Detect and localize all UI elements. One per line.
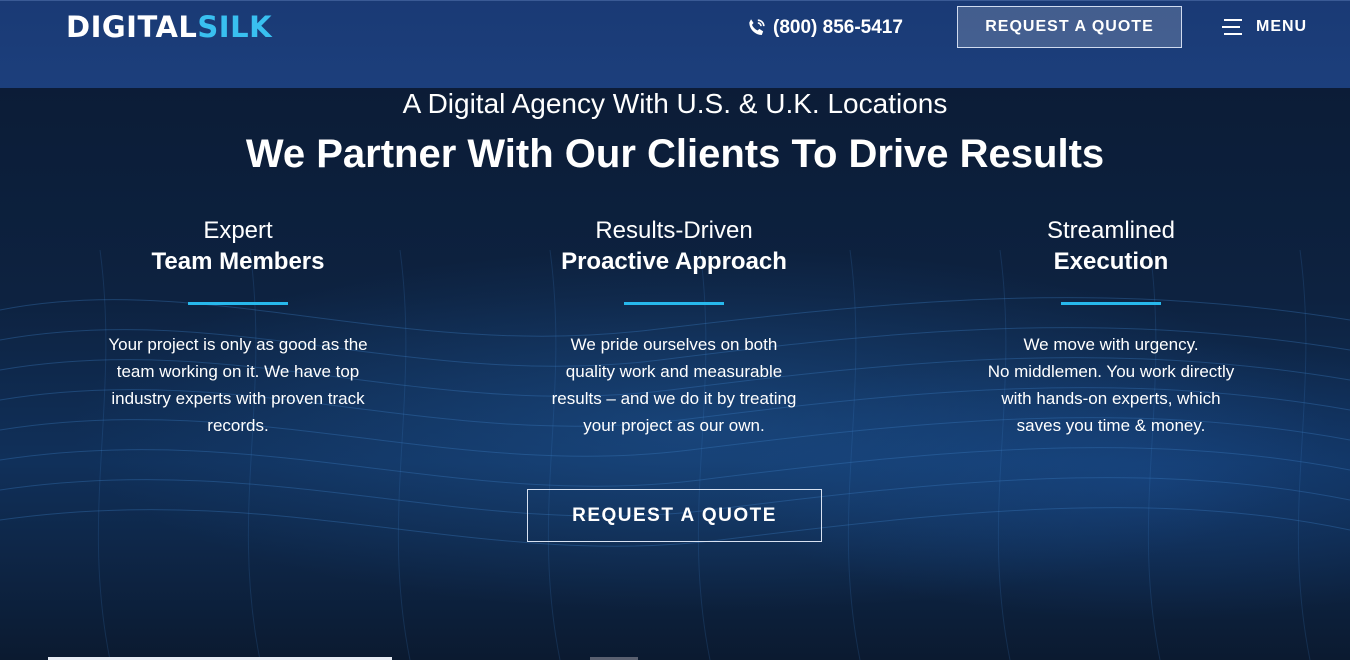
feature-heading-line2: Team Members: [151, 248, 325, 275]
menu-button[interactable]: MENU: [1222, 15, 1307, 39]
feature-heading-line1: Expert: [203, 217, 273, 244]
feature-heading-line2: Execution: [1053, 248, 1169, 275]
hero-subtitle: A Digital Agency With U.S. & U.K. Locati…: [402, 88, 948, 119]
feature-description: We pride ourselves on both quality work …: [514, 331, 834, 439]
feature-description: Your project is only as good as the team…: [78, 331, 398, 439]
desc-line: industry experts with proven track: [111, 389, 365, 408]
phone-icon: [749, 19, 765, 35]
feature-accent-divider: [624, 302, 724, 305]
feature-streamlined: Streamlined Execution We move with urgen…: [951, 216, 1271, 439]
desc-line: quality work and measurable: [565, 362, 783, 381]
desc-line: No middlemen. You work directly: [987, 362, 1235, 381]
desc-line: records.: [207, 416, 269, 435]
logo-text-accent: SILK: [197, 10, 273, 44]
feature-results-driven: Results-Driven Proactive Approach We pri…: [514, 216, 834, 439]
desc-line: team working on it. We have top: [116, 362, 360, 381]
feature-description: We move with urgency. No middlemen. You …: [951, 331, 1271, 439]
header-request-quote-button[interactable]: REQUEST A QUOTE: [957, 6, 1182, 48]
phone-number: (800) 856-5417: [773, 17, 903, 38]
desc-line: with hands-on experts, which: [1001, 389, 1221, 408]
hero-request-quote-button[interactable]: REQUEST A QUOTE: [527, 489, 822, 542]
site-header: DIGITAL SILK (800) 856-5417 REQUEST A QUO…: [0, 0, 1350, 88]
desc-line: We move with urgency.: [1023, 335, 1199, 354]
desc-line: results – and we do it by treating: [551, 389, 797, 408]
desc-line: your project as our own.: [583, 416, 765, 435]
feature-expert: Expert Team Members Your project is only…: [78, 216, 398, 439]
desc-line: saves you time & money.: [1016, 416, 1206, 435]
feature-heading-line1: Streamlined: [1046, 217, 1176, 244]
feature-heading-line1: Results-Driven: [595, 217, 753, 244]
feature-heading-line2: Proactive Approach: [561, 248, 787, 275]
menu-label: MENU: [1256, 18, 1308, 35]
desc-line: We pride ourselves on both: [570, 335, 778, 354]
desc-line: Your project is only as good as the: [108, 335, 368, 354]
hamburger-menu-icon: [1222, 19, 1242, 35]
hero-title: We Partner With Our Clients To Drive Res…: [245, 132, 1105, 176]
logo-text-primary: DIGITAL: [66, 10, 198, 44]
feature-accent-divider: [1061, 302, 1161, 305]
digitalsilk-logo[interactable]: DIGITAL SILK: [66, 9, 272, 45]
phone-link[interactable]: (800) 856-5417: [745, 15, 903, 41]
feature-accent-divider: [188, 302, 288, 305]
